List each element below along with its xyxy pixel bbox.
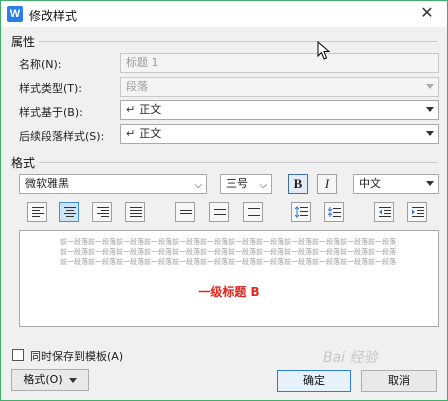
italic-button[interactable]: I [317, 174, 337, 194]
next-style-label: 后续段落样式(S): [19, 130, 105, 143]
one-half-spacing-icon [214, 209, 226, 215]
save-to-template-label: 同时保存到模板(A) [30, 350, 124, 363]
font-select[interactable]: 微软雅黑 ⌵ [19, 174, 207, 194]
align-center-button[interactable] [59, 202, 79, 222]
next-style-value: 正文 [139, 127, 162, 140]
name-label: 名称(N): [19, 58, 62, 71]
chevron-down-icon: ⌵ [259, 180, 267, 191]
double-spacing-icon [248, 208, 260, 216]
format-menu-label: 格式(O) [23, 373, 63, 386]
save-to-template-checkbox[interactable] [12, 349, 24, 361]
chevron-down-icon [426, 131, 434, 136]
properties-divider [39, 41, 437, 42]
font-size-value: 三号 [226, 177, 248, 190]
properties-section-title: 属性 [11, 35, 36, 49]
format-section-title: 格式 [11, 156, 36, 170]
style-type-value: 段落 [126, 80, 148, 93]
chevron-down-icon [68, 377, 77, 383]
preview-sample-line: 前一段落前一段落前一段落前一段落前一段落前一段落前一段落前一段落前一段落前一段落… [60, 238, 396, 246]
one-half-spacing-button[interactable] [209, 202, 229, 222]
preview-sample-line: 前一段落前一段落前一段落前一段落前一段落前一段落前一段落前一段落前一段落前一段落… [60, 258, 396, 266]
wps-writer-icon: W [7, 6, 23, 22]
dialog-title: 修改样式 [29, 9, 78, 23]
font-value: 微软雅黑 [25, 177, 69, 190]
justify-button[interactable] [125, 202, 145, 222]
language-value: 中文 [359, 177, 381, 190]
format-menu-button[interactable]: 格式(O) [11, 369, 89, 391]
align-right-icon [97, 207, 109, 217]
paragraph-mark-icon: ↵ [126, 103, 136, 116]
increase-spacing-icon [295, 206, 308, 218]
single-spacing-icon [180, 210, 192, 214]
align-center-icon [64, 207, 76, 217]
cancel-button[interactable]: 取消 [361, 370, 437, 392]
decrease-indent-button[interactable] [374, 202, 394, 222]
chevron-down-icon [426, 107, 434, 112]
font-size-select[interactable]: 三号 ⌵ [220, 174, 272, 194]
double-spacing-button[interactable] [243, 202, 263, 222]
name-input-value: 标题 1 [126, 56, 159, 69]
ok-button[interactable]: 确定 [277, 370, 351, 392]
preview-sample-line: 前一段落前一段落前一段落前一段落前一段落前一段落前一段落前一段落前一段落前一段落… [60, 248, 396, 256]
style-preview: 前一段落前一段落前一段落前一段落前一段落前一段落前一段落前一段落前一段落前一段落… [19, 230, 439, 327]
justify-icon [130, 207, 142, 217]
watermark-text: Bai 经验 [323, 350, 378, 366]
align-left-icon [32, 207, 44, 217]
format-divider [39, 162, 437, 163]
mouse-cursor-icon [317, 41, 331, 60]
language-select[interactable]: 中文 [353, 174, 439, 194]
based-on-select[interactable]: ↵ 正文 [120, 100, 439, 120]
preview-heading: 一级标题 B [198, 285, 260, 299]
chevron-down-icon: ⌵ [194, 180, 202, 191]
align-right-button[interactable] [92, 202, 112, 222]
decrease-spacing-icon [328, 207, 341, 217]
bold-button[interactable]: B [288, 174, 308, 194]
close-button[interactable]: ✕ [407, 1, 447, 25]
based-on-value: 正文 [139, 103, 162, 116]
increase-paragraph-spacing-button[interactable] [291, 202, 311, 222]
modify-style-dialog: W 修改样式 ✕ 属性 名称(N): 标题 1 样式类型(T): 段落 样式基于… [0, 0, 448, 401]
next-style-select[interactable]: ↵ 正文 [120, 124, 439, 144]
increase-indent-button[interactable] [407, 202, 427, 222]
decrease-paragraph-spacing-button[interactable] [324, 202, 344, 222]
increase-indent-icon [412, 207, 424, 217]
chevron-down-icon [426, 181, 434, 186]
single-spacing-button[interactable] [175, 202, 195, 222]
style-type-select[interactable]: 段落 [120, 77, 439, 97]
align-left-button[interactable] [27, 202, 47, 222]
decrease-indent-icon [379, 207, 391, 217]
paragraph-mark-icon: ↵ [126, 127, 136, 140]
name-input[interactable]: 标题 1 [120, 53, 439, 73]
chevron-down-icon [426, 84, 434, 89]
title-bar: W 修改样式 ✕ [1, 1, 447, 27]
style-type-label: 样式类型(T): [19, 82, 83, 95]
based-on-label: 样式基于(B): [19, 106, 83, 119]
